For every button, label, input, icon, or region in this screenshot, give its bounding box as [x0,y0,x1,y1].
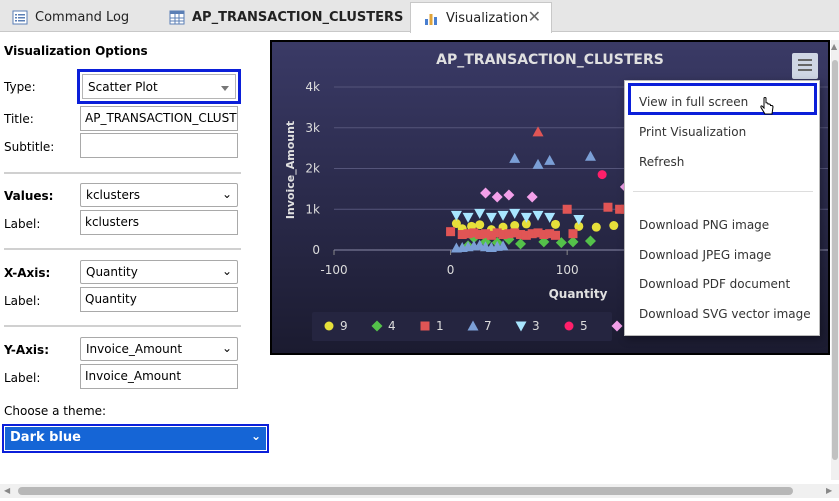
scroll-up-icon[interactable]: ▲ [831,42,837,51]
data-point-series-1 [446,227,456,237]
values-sublabel: Label: [4,217,41,231]
menu-item-download-svg[interactable]: Download SVG vector image [639,307,811,321]
tab-bar: Command Log AP_TRANSACTION_CLUSTERS Visu… [0,0,839,33]
values-label-field[interactable]: kclusters [80,210,238,235]
chart-icon [423,11,439,26]
tab-command-log[interactable]: Command Log [0,2,157,32]
chevron-down-icon [221,86,229,91]
menu-item-print[interactable]: Print Visualization [639,125,746,139]
scroll-right-icon[interactable]: ▶ [826,486,832,495]
legend-label-3: 3 [532,319,540,333]
title-field[interactable]: AP_TRANSACTION_CLUSTER [80,106,238,131]
y-axis-title: Invoice_Amount [284,121,297,219]
data-point-series-9 [591,222,601,232]
menu-item-download-pdf[interactable]: Download PDF document [639,277,790,291]
chart-title: AP_TRANSACTION_CLUSTERS [436,52,664,68]
menu-item-download-png[interactable]: Download PNG image [639,218,769,232]
x-tick-label: 100 [556,263,579,277]
menu-item-download-jpeg[interactable]: Download JPEG image [639,248,771,262]
chart-export-menu: View in full screen Print Visualization … [624,80,820,336]
legend-label-5: 5 [580,319,588,333]
theme-label: Choose a theme: [4,404,107,418]
values-select-value: kclusters [86,188,141,202]
y-tick-label: 1k [305,202,320,216]
data-point-series-9 [475,220,485,230]
vertical-scroll-thumb[interactable] [832,60,838,460]
chevron-down-icon: ⌄ [221,264,232,278]
data-point-series-1 [568,229,578,239]
theme-select[interactable]: Dark blue ⌄ [2,424,269,453]
xaxis-sublabel: Label: [4,294,41,308]
panel-title: Visualization Options [4,44,148,58]
tab-label: Command Log [35,9,130,25]
data-point-series-5 [597,170,607,180]
legend-marker-9 [324,321,334,331]
type-label: Type: [4,80,36,94]
divider [4,172,241,174]
tab-visualization[interactable]: Visualization ✕ [410,2,552,33]
data-point-series-9 [551,219,561,229]
xaxis-select-value: Quantity [86,265,138,279]
legend-label-1: 1 [436,319,444,333]
title-label: Title: [4,112,34,126]
legend-marker-5 [564,321,574,331]
close-icon[interactable]: ✕ [528,9,541,25]
horizontal-scrollbar[interactable]: ◀ ▶ [0,484,839,498]
legend-marker-1 [420,321,430,331]
tab-ap-transaction-clusters[interactable]: AP_TRANSACTION_CLUSTERS [157,2,407,32]
menu-icon [798,59,812,61]
y-tick-label: 4k [305,80,320,94]
yaxis-select-value: Invoice_Amount [86,342,183,356]
data-point-series-1 [551,230,561,240]
legend-label-9: 9 [340,319,348,333]
command-log-icon [12,10,28,25]
yaxis-sublabel: Label: [4,371,41,385]
y-tick-label: 3k [305,121,320,135]
scroll-left-icon[interactable]: ◀ [4,486,10,495]
tab-label: Visualization [446,10,529,26]
chevron-down-icon: ⌄ [221,187,232,201]
values-label: Values: [4,189,54,203]
x-axis-title: Quantity [549,287,608,301]
data-point-series-1 [603,202,613,212]
legend-label-7: 7 [484,319,492,333]
data-point-series-1 [562,204,572,214]
menu-item-view-full-screen[interactable]: View in full screen [639,95,748,109]
chevron-down-icon: ⌄ [221,341,232,355]
chevron-down-icon: ⌄ [250,429,261,443]
divider [4,325,241,327]
x-tick-label: -100 [320,263,347,277]
type-select[interactable]: Scatter Plot [77,69,241,104]
xaxis-select[interactable]: Quantity ⌄ [80,260,238,284]
legend-label-4: 4 [388,319,396,333]
hand-cursor-icon [760,97,774,115]
table-icon [169,10,185,25]
divider [4,248,241,250]
visualization-options-panel: Visualization Options Type: Scatter Plot… [0,33,270,488]
type-select-value: Scatter Plot [88,80,158,94]
xaxis-label: X-Axis: [4,266,51,280]
y-tick-label: 0 [312,243,320,257]
yaxis-label-field[interactable]: Invoice_Amount [80,364,238,389]
yaxis-label: Y-Axis: [4,343,49,357]
subtitle-label: Subtitle: [4,140,55,154]
subtitle-field[interactable] [80,133,238,158]
tab-label: AP_TRANSACTION_CLUSTERS [192,9,404,25]
y-tick-label: 2k [305,162,320,176]
chart-menu-button[interactable] [792,53,818,79]
x-tick-label: 0 [447,263,455,277]
xaxis-label-field[interactable]: Quantity [80,287,238,312]
values-select[interactable]: kclusters ⌄ [80,183,238,207]
vertical-scrollbar[interactable]: ▲ [831,40,839,480]
menu-item-refresh[interactable]: Refresh [639,155,684,169]
horizontal-scroll-thumb[interactable] [18,487,793,495]
data-point-series-9 [609,221,619,231]
menu-divider [633,191,813,192]
yaxis-select[interactable]: Invoice_Amount ⌄ [80,337,238,361]
theme-select-value: Dark blue [10,430,81,445]
